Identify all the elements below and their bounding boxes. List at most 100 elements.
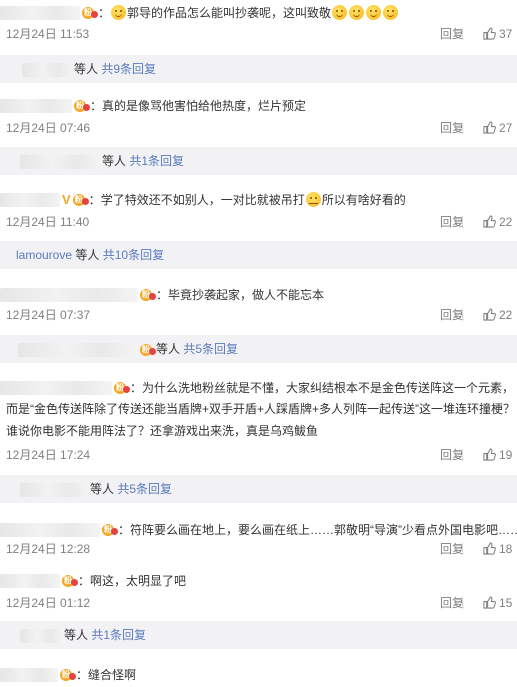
sweat-emoji-icon	[305, 192, 321, 208]
like-count: 27	[499, 121, 513, 135]
divider	[462, 216, 463, 228]
more-replies-link[interactable]: 共5条回复	[183, 342, 238, 356]
reply-button[interactable]: 回复	[440, 26, 464, 42]
comment-1: 粉：郭导的作品怎么能叫抄袭呢，这叫致敬 12月24日 11:53 回复 37	[0, 0, 517, 48]
thumbs-up-icon	[483, 215, 496, 228]
smile-emoji-icon	[349, 5, 365, 21]
comment-text: 真的是像骂他害怕给他热度，烂片预定	[102, 98, 307, 113]
like-count: 22	[499, 215, 513, 229]
more-replies-link[interactable]: 共10条回复	[103, 248, 164, 262]
divider	[462, 449, 463, 461]
more-replies-link[interactable]: 共1条回复	[91, 628, 146, 642]
username-redacted[interactable]	[22, 62, 74, 77]
smile-emoji-icon	[383, 5, 399, 21]
fan-badge-icon: 粉	[114, 381, 130, 395]
username-redacted[interactable]	[0, 287, 138, 302]
sub-replies-bar: 粉等人 共5条回复	[0, 335, 517, 363]
like-button[interactable]: 18	[483, 541, 512, 557]
thumbs-up-icon	[483, 596, 496, 609]
comment-text-line-3: 谁说你电影不能用阵法了？还拿游戏出来洗，真是乌鸡鲅鱼	[6, 424, 319, 438]
username-redacted[interactable]	[0, 522, 100, 537]
comment-time: 12月24日 07:37	[6, 308, 91, 322]
divider	[462, 122, 463, 134]
like-count: 18	[499, 542, 513, 556]
fan-badge-icon: 粉	[72, 193, 89, 207]
reply-button[interactable]: 回复	[440, 214, 464, 230]
sub-replies-bar: 等人 共1条回复	[0, 621, 517, 649]
comment-body: 粉：毕竟抄袭起家，做人不能忘本	[0, 285, 324, 304]
thumbs-up-icon	[483, 448, 496, 461]
sub-replies-prefix: 等人	[102, 154, 127, 168]
username-redacted[interactable]	[20, 154, 102, 169]
comment-time: 12月24日 07:46	[6, 121, 91, 135]
username-redacted[interactable]	[0, 98, 72, 113]
comment-text: 郭导的作品怎么能叫抄袭呢，这叫致敬	[127, 5, 332, 20]
comment-time: 12月24日 12:28	[6, 542, 91, 556]
fan-badge-icon: 粉	[140, 343, 156, 357]
comment-text-continued: 所以有啥好看的	[321, 192, 406, 207]
like-button[interactable]: 37	[483, 26, 512, 42]
like-count: 22	[499, 308, 513, 322]
divider	[462, 597, 463, 609]
thumbs-up-icon	[483, 27, 496, 40]
username-redacted[interactable]	[18, 342, 138, 357]
username-redacted[interactable]	[0, 667, 58, 682]
comment-body: V 粉：学了特效还不如别人，一对比就被吊打 所以有啥好看的	[0, 190, 406, 209]
username-redacted[interactable]	[0, 573, 60, 588]
thumbs-up-icon	[483, 308, 496, 321]
like-button[interactable]: 27	[483, 120, 512, 136]
sub-replies-bar: 等人 共1条回复	[0, 147, 517, 175]
comment-body: 粉：为什么洗地粉丝就是不懂，大家纠结根本不是金色传送阵这一个元素，	[0, 378, 514, 397]
like-count: 19	[499, 448, 513, 462]
smile-emoji-icon	[111, 5, 127, 21]
like-button[interactable]: 19	[483, 447, 512, 463]
fan-badge-icon: 粉	[82, 6, 98, 20]
smile-emoji-icon	[366, 5, 382, 21]
reply-button[interactable]: 回复	[440, 307, 464, 323]
fan-badge-icon: 粉	[60, 668, 76, 682]
divider	[462, 543, 463, 555]
comment-body: 粉：缝合怪啊	[0, 665, 136, 684]
comment-time: 12月24日 11:53	[6, 27, 90, 41]
verified-v-icon: V	[62, 191, 71, 207]
like-button[interactable]: 22	[483, 307, 512, 323]
fan-badge-icon: 粉	[140, 288, 156, 302]
comment-7: 粉：啊这，太明显了吧 12月24日 01:12 回复 15	[0, 568, 517, 613]
sub-replies-bar: 等人 共9条回复	[0, 55, 517, 83]
reply-button[interactable]: 回复	[440, 541, 464, 557]
thumbs-up-icon	[483, 542, 496, 555]
sub-replies-prefix: 等人	[156, 342, 181, 356]
reply-button[interactable]: 回复	[440, 447, 464, 463]
sub-replies-bar: 等人 共5条回复	[0, 475, 517, 503]
comment-text: 缝合怪啊	[88, 667, 137, 682]
username-redacted[interactable]	[20, 628, 64, 643]
comment-text: 毕竟抄袭起家，做人不能忘本	[168, 287, 325, 302]
comment-text-line-2: 而是“金色传送阵除了传送还能当盾牌+双手开盾+人踩盾牌+多人列阵一起传送”这一堆…	[6, 402, 516, 416]
comment-3: V 粉：学了特效还不如别人，一对比就被吊打 所以有啥好看的 12月24日 11:40…	[0, 187, 517, 232]
username-redacted[interactable]	[0, 380, 112, 395]
more-replies-link[interactable]: 共9条回复	[101, 62, 156, 76]
username-redacted[interactable]	[0, 5, 80, 20]
comment-body: 粉：啊这，太明显了吧	[0, 571, 186, 590]
comment-body: 粉：真的是像骂他害怕给他热度，烂片预定	[0, 96, 306, 115]
comment-body: 粉：符阵要么画在地上，要么画在纸上……郭敬明“导演”少看点外国电影吧……	[0, 520, 517, 539]
sub-replies-prefix: 等人	[75, 248, 100, 262]
reply-button[interactable]: 回复	[440, 595, 464, 611]
like-button[interactable]: 22	[483, 214, 512, 230]
sub-replies-prefix: 等人	[90, 482, 115, 496]
like-button[interactable]: 15	[483, 595, 512, 611]
reply-button[interactable]: 回复	[440, 120, 464, 136]
comment-5: 粉：为什么洗地粉丝就是不懂，大家纠结根本不是金色传送阵这一个元素， 而是“金色传…	[0, 377, 517, 467]
more-replies-link[interactable]: 共5条回复	[117, 482, 172, 496]
more-replies-link[interactable]: 共1条回复	[129, 154, 184, 168]
like-count: 15	[499, 596, 513, 610]
username-redacted[interactable]	[0, 192, 60, 207]
fan-badge-icon: 粉	[62, 574, 78, 588]
divider	[462, 309, 463, 321]
comment-time: 12月24日 01:12	[6, 596, 91, 610]
sub-reply-username[interactable]: lamourove	[16, 248, 72, 262]
like-count: 37	[499, 27, 513, 41]
fan-badge-icon: 粉	[102, 523, 118, 537]
comment-text: 符阵要么画在地上，要么画在纸上……郭敬明“导演”少看点外国电影吧……	[130, 522, 517, 537]
username-redacted[interactable]	[20, 482, 90, 497]
